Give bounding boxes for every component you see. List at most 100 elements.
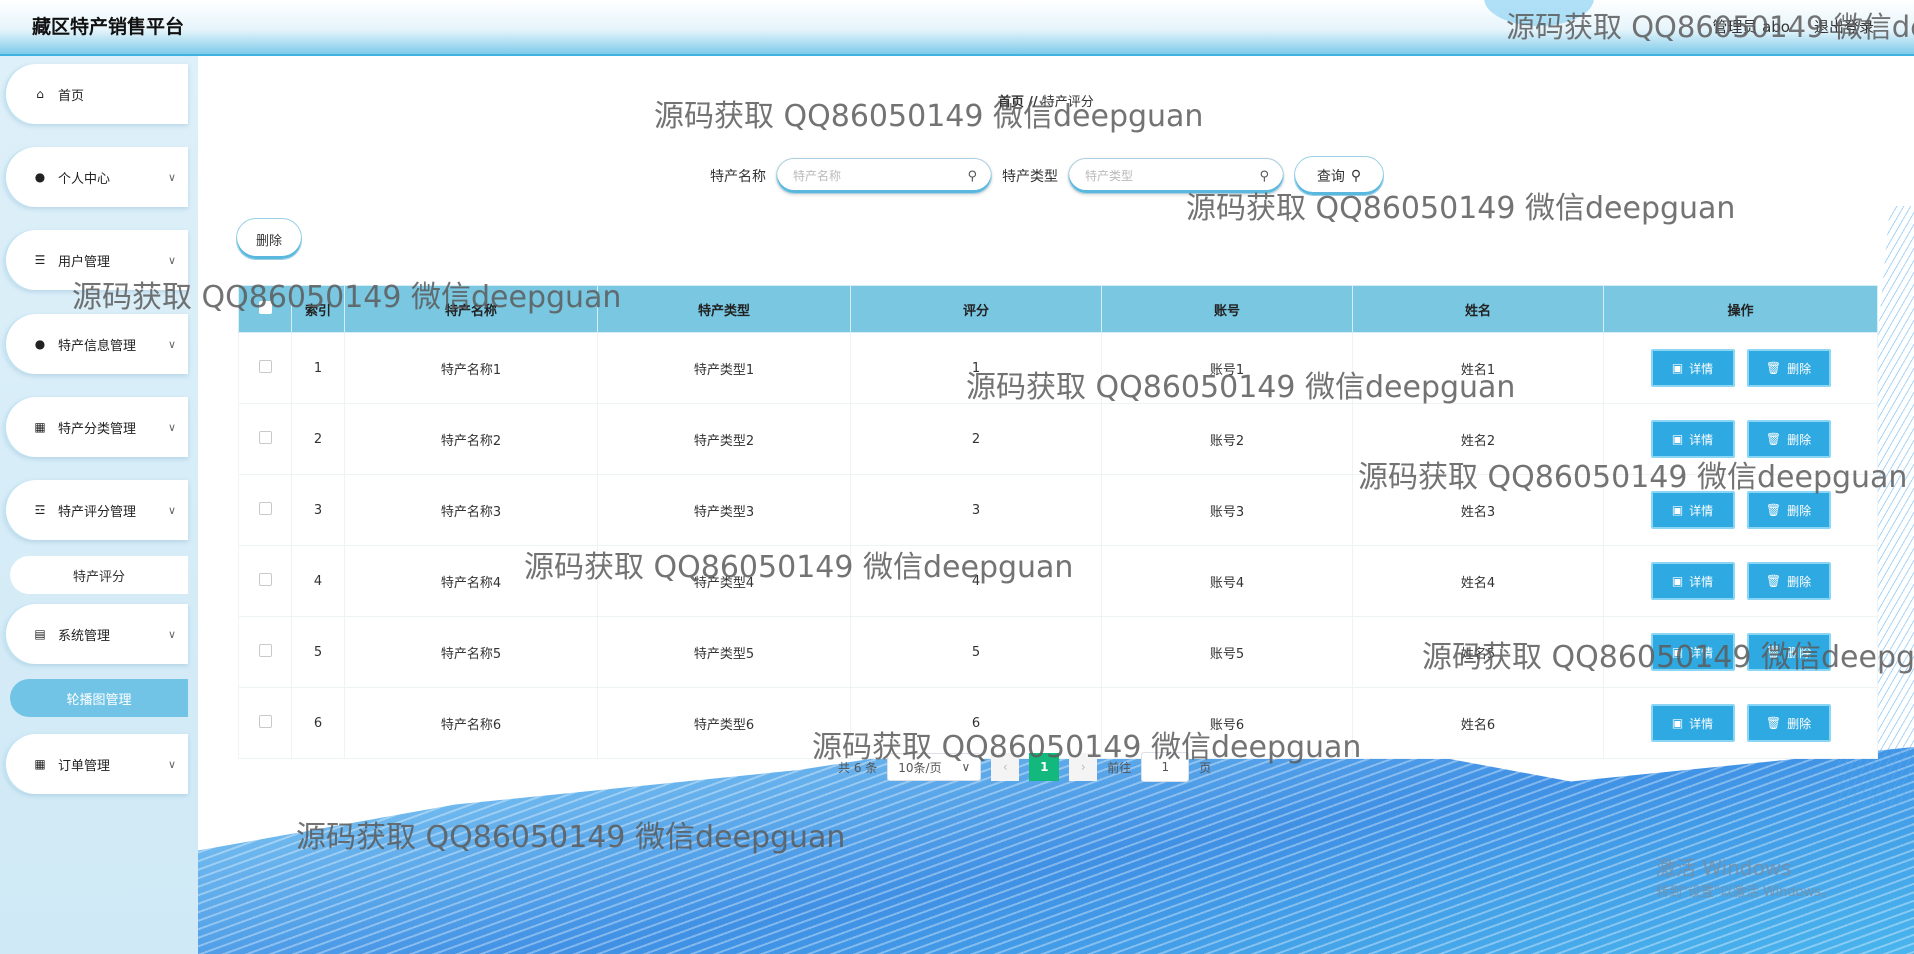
delete-label: 删除	[1787, 503, 1812, 518]
select-all-cell[interactable]	[238, 285, 292, 333]
row-select-cell[interactable]	[238, 545, 292, 617]
clipboard-icon: ▤	[34, 627, 46, 641]
delete-button[interactable]: 🗑 删除	[1746, 562, 1831, 600]
detail-button[interactable]: ▣ 详情	[1650, 420, 1735, 458]
cell-actions: ▣ 详情 🗑 删除	[1603, 545, 1878, 617]
sidebar-subitem-carousel[interactable]: 轮播图管理	[10, 679, 188, 717]
sliders-icon: ☲	[34, 503, 46, 517]
grid-icon: ▦	[34, 757, 46, 771]
user-icon: ●	[34, 170, 46, 184]
prev-page-button[interactable]: ‹	[991, 753, 1020, 781]
trash-icon: 🗑	[1765, 361, 1782, 375]
cell-account: 账号2	[1101, 403, 1353, 475]
table-row: 6 特产名称6 特产类型6 6 账号6 姓名6 ▣ 详情 🗑 删除	[238, 687, 1878, 759]
detail-button[interactable]: ▣ 详情	[1650, 562, 1735, 600]
column-header: 账号	[1101, 285, 1353, 333]
total-count: 共 6 条	[838, 760, 878, 775]
cell-type: 特产类型1	[597, 332, 851, 404]
sidebar-item-label: 特产信息管理	[58, 338, 137, 354]
page-size-select[interactable]: 10条/页 ∨	[887, 753, 982, 781]
row-checkbox[interactable]	[258, 359, 272, 373]
cell-score: 1	[850, 332, 1102, 404]
delete-button[interactable]: 🗑 删除	[1746, 633, 1831, 671]
page-number-current[interactable]: 1	[1029, 753, 1060, 781]
table-row: 5 特产名称5 特产类型5 5 账号5 姓名5 ▣ 详情 🗑 删除	[238, 616, 1878, 688]
sidebar-item-system[interactable]: ▤ 系统管理 ∨	[4, 604, 188, 664]
logout-link[interactable]: 退出登录	[1814, 16, 1874, 37]
delete-button[interactable]: 🗑 删除	[1746, 704, 1831, 742]
detail-button[interactable]: ▣ 详情	[1650, 633, 1735, 671]
cell-actions: ▣ 详情 🗑 删除	[1603, 403, 1878, 475]
chevron-down-icon: ∨	[167, 253, 176, 267]
sidebar-item-personal-center[interactable]: ● 个人中心 ∨	[4, 147, 188, 207]
sidebar-item-home[interactable]: ⌂ 首页	[4, 64, 188, 124]
trash-icon: 🗑	[1765, 574, 1782, 588]
type-search-box[interactable]: ⚲	[1068, 158, 1284, 194]
rating-table: 索引 特产名称 特产类型 评分 账号 姓名 操作 1 特产名称1 特产类型1 1…	[238, 285, 1878, 759]
grid-icon: ▦	[34, 420, 46, 434]
row-checkbox[interactable]	[258, 714, 272, 728]
detail-button[interactable]: ▣ 详情	[1650, 704, 1735, 742]
home-icon: ⌂	[36, 87, 44, 101]
query-button[interactable]: 查询 ⚲	[1294, 156, 1384, 196]
row-checkbox[interactable]	[258, 643, 272, 657]
select-all-checkbox[interactable]	[258, 300, 272, 314]
row-select-cell[interactable]	[238, 616, 292, 688]
page-size-value: 10条/页	[898, 760, 942, 775]
detail-button[interactable]: ▣ 详情	[1650, 491, 1735, 529]
row-checkbox[interactable]	[258, 501, 272, 515]
search-icon: ⚲	[1259, 168, 1269, 184]
app-title: 藏区特产销售平台	[32, 16, 185, 38]
cell-person: 姓名2	[1352, 403, 1604, 475]
row-select-cell[interactable]	[238, 687, 292, 759]
trash-icon: 🗑	[1765, 503, 1782, 517]
delete-button[interactable]: 🗑 删除	[1746, 491, 1831, 529]
breadcrumb-home[interactable]: 首页	[998, 95, 1024, 110]
row-select-cell[interactable]	[238, 403, 292, 475]
cell-name: 特产名称3	[344, 474, 598, 546]
type-search-input[interactable]	[1083, 168, 1247, 184]
sidebar-item-orders[interactable]: ▦ 订单管理 ∨	[4, 734, 188, 794]
sidebar-subitem-rating[interactable]: 特产评分	[10, 556, 188, 594]
column-header: 索引	[291, 285, 345, 333]
document-icon: ▣	[1671, 361, 1684, 375]
table-row: 4 特产名称4 特产类型4 4 账号4 姓名4 ▣ 详情 🗑 删除	[238, 545, 1878, 617]
cell-index: 3	[291, 474, 345, 546]
detail-label: 详情	[1689, 361, 1714, 376]
sidebar-item-user-management[interactable]: ☰ 用户管理 ∨	[4, 230, 188, 290]
sidebar-item-label: 订单管理	[58, 758, 111, 774]
sidebar-item-product-category[interactable]: ▦ 特产分类管理 ∨	[4, 397, 188, 457]
cell-account: 账号4	[1101, 545, 1353, 617]
row-checkbox[interactable]	[258, 430, 272, 444]
name-search-box[interactable]: ⚲	[776, 158, 992, 194]
column-header: 特产名称	[344, 285, 598, 333]
document-icon: ▣	[1671, 574, 1684, 588]
delete-button[interactable]: 🗑 删除	[1746, 420, 1831, 458]
query-button-label: 查询	[1316, 169, 1345, 185]
type-label: 特产类型	[1002, 169, 1058, 185]
cell-actions: ▣ 详情 🗑 删除	[1603, 474, 1878, 546]
row-select-cell[interactable]	[238, 474, 292, 546]
sidebar-item-product-rating[interactable]: ☲ 特产评分管理 ∨	[4, 480, 188, 540]
delete-button[interactable]: 🗑 删除	[1746, 349, 1831, 387]
delete-label: 删除	[1787, 574, 1812, 589]
chevron-down-icon: ∨	[167, 503, 176, 517]
cell-actions: ▣ 详情 🗑 删除	[1603, 687, 1878, 759]
goto-page-input[interactable]: 1	[1141, 752, 1190, 782]
windows-activation-notice: 激活 Windows 转到"设置"以激活 Windows。	[1656, 852, 1834, 900]
name-label: 特产名称	[710, 169, 766, 185]
next-page-button[interactable]: ›	[1069, 753, 1098, 781]
detail-button[interactable]: ▣ 详情	[1650, 349, 1735, 387]
sidebar-item-product-info[interactable]: ● 特产信息管理 ∨	[4, 314, 188, 374]
name-search-input[interactable]	[791, 168, 955, 184]
cell-name: 特产名称4	[344, 545, 598, 617]
table-body: 1 特产名称1 特产类型1 1 账号1 姓名1 ▣ 详情 🗑 删除 2 特产名称2 特…	[238, 332, 1878, 759]
row-checkbox[interactable]	[258, 572, 272, 586]
cell-name: 特产名称1	[344, 332, 598, 404]
batch-delete-button[interactable]: 删除	[236, 218, 302, 260]
user-icon: ●	[34, 337, 46, 351]
decorative-blob	[1484, 0, 1594, 26]
row-select-cell[interactable]	[238, 332, 292, 404]
sidebar-item-label: 首页	[58, 88, 85, 104]
sidebar-item-label: 个人中心	[58, 171, 111, 187]
